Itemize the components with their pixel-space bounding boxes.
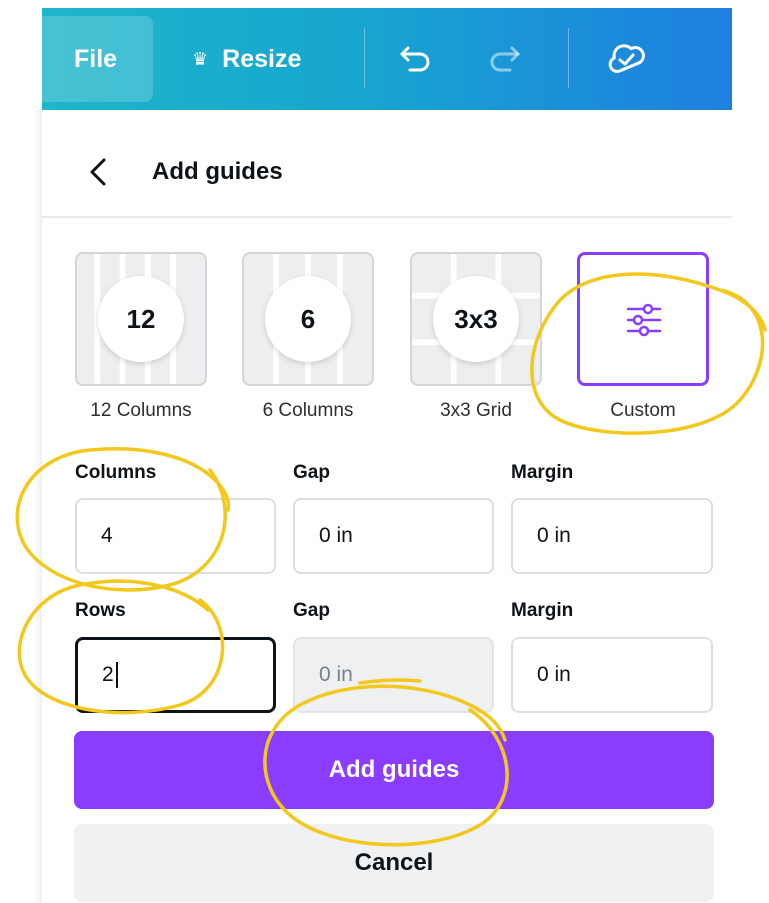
preset-label: 3x3 Grid [440,400,512,421]
preset-badge: 6 [265,276,351,362]
rows-gap-value: 0 in [319,663,353,686]
columns-value: 4 [101,524,113,547]
crown-icon: ♛ [192,48,209,69]
header-divider [42,216,732,218]
preset-label: Custom [610,400,676,421]
add-guides-button[interactable]: Add guides [74,731,714,809]
rows-input[interactable]: 2 [75,637,276,713]
preset-label: 12 Columns [90,400,192,421]
undo-icon[interactable] [394,36,438,80]
preset-12-columns[interactable]: 12 [75,252,207,386]
resize-label: Resize [222,44,302,73]
columns-margin-input[interactable]: 0 in [511,498,713,574]
add-guides-label: Add guides [328,756,460,783]
resize-button[interactable]: ♛ Resize [192,16,301,102]
columns-label: Columns [75,462,157,483]
panel-header: Add guides [42,138,732,208]
rows-gap-label: Gap [293,600,330,621]
top-toolbar: File ♛ Resize [42,8,732,110]
preset-6-columns[interactable]: 6 [242,252,374,386]
columns-gap-input[interactable]: 0 in [293,498,494,574]
text-caret [115,662,118,688]
columns-gap-value: 0 in [319,524,353,547]
cancel-label: Cancel [354,849,434,876]
rows-label: Rows [75,600,126,621]
columns-gap-label: Gap [293,462,330,483]
columns-input[interactable]: 4 [75,498,276,574]
preset-label: 6 Columns [262,400,354,421]
file-label: File [74,44,118,73]
toolbar-divider [364,28,365,88]
columns-margin-label: Margin [511,462,574,483]
back-chevron-icon[interactable] [82,152,116,192]
rows-margin-label: Margin [511,600,574,621]
cancel-button[interactable]: Cancel [74,824,714,902]
columns-margin-value: 0 in [537,524,571,547]
file-menu-button[interactable]: File [42,16,153,102]
rows-value: 2 [102,663,114,686]
preset-badge: 12 [98,276,184,362]
preset-badge: 3x3 [433,276,519,362]
rows-margin-input[interactable]: 0 in [511,637,713,713]
preset-3x3-grid[interactable]: 3x3 [410,252,542,386]
cloud-check-icon[interactable] [604,36,648,80]
redo-icon[interactable] [482,36,526,80]
panel-shadow [34,110,42,903]
rows-margin-value: 0 in [537,663,571,686]
page-title: Add guides [152,158,283,185]
toolbar-divider [568,28,569,88]
rows-gap-input[interactable]: 0 in [293,637,494,713]
preset-custom[interactable] [577,252,709,386]
sliders-icon [626,303,662,337]
